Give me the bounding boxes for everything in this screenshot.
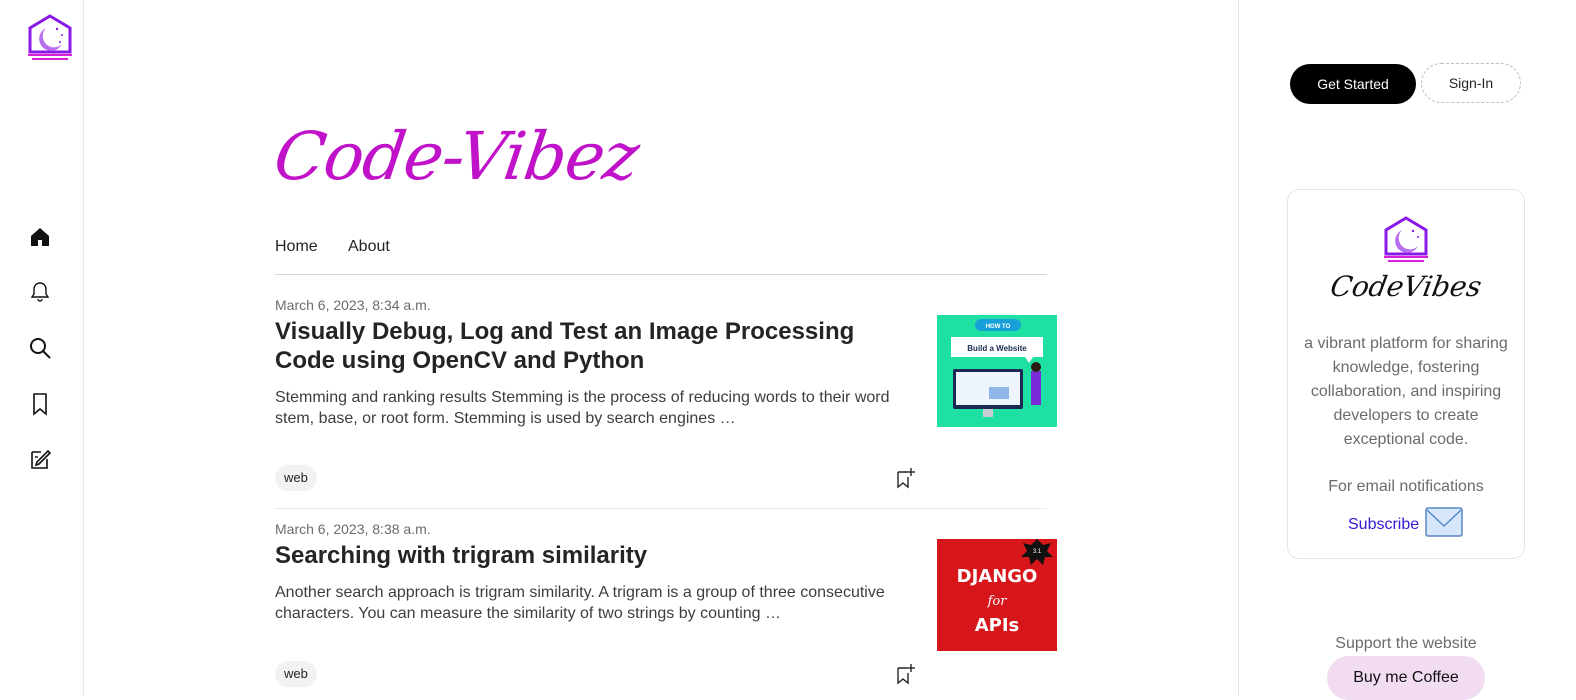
thumb-badge-text: HOW TO xyxy=(986,324,1011,330)
home-icon[interactable] xyxy=(26,223,54,251)
post-excerpt: Stemming and ranking results Stemming is… xyxy=(275,389,890,427)
search-icon[interactable] xyxy=(26,334,54,362)
top-nav: Home About xyxy=(275,236,1047,275)
brand-title: Code-Vibez xyxy=(269,118,644,195)
sign-in-button[interactable]: Sign-In xyxy=(1421,63,1521,103)
about-card: CodeVibes a vibrant platform for sharing… xyxy=(1287,189,1525,559)
post-tag[interactable]: web xyxy=(275,661,317,687)
thumb-line3-text: APIs xyxy=(975,615,1020,636)
left-rail xyxy=(0,0,84,696)
card-logo-icon xyxy=(1380,216,1432,269)
post-thumbnail[interactable]: HOW TO Build a Website xyxy=(937,315,1057,427)
nav-home-link[interactable]: Home xyxy=(275,238,318,256)
nav-about-link[interactable]: About xyxy=(348,238,390,256)
post-title[interactable]: Visually Debug, Log and Test an Image Pr… xyxy=(275,317,895,375)
subscribe-label: Subscribe xyxy=(1348,515,1420,533)
thumb-line2-text: for xyxy=(987,594,1008,609)
post-tag[interactable]: web xyxy=(275,465,317,491)
support-label: Support the website xyxy=(1335,635,1477,652)
bookmark-add-icon[interactable] xyxy=(895,467,917,489)
post-title[interactable]: Searching with trigram similarity xyxy=(275,541,895,570)
bookmark-add-icon[interactable] xyxy=(895,663,917,685)
buy-coffee-button[interactable]: Buy me Coffee xyxy=(1327,656,1485,700)
post-divider xyxy=(275,508,1047,509)
post-thumbnail[interactable]: 3.1 DJANGO for APIs xyxy=(937,539,1057,651)
bookmark-icon[interactable] xyxy=(26,390,54,418)
bell-icon[interactable] xyxy=(26,278,54,306)
post-excerpt: Another search approach is trigram simil… xyxy=(275,584,885,622)
thumb-line1-text: DJANGO xyxy=(957,566,1038,587)
write-icon[interactable] xyxy=(26,445,54,473)
card-description: a vibrant platform for sharing knowledge… xyxy=(1304,335,1508,448)
site-logo-icon[interactable] xyxy=(24,14,76,62)
subscribe-link[interactable]: Subscribe xyxy=(1348,507,1463,542)
card-logo-text: CodeVibes xyxy=(1327,270,1485,303)
thumb-caption-text: Build a Website xyxy=(967,344,1027,353)
post-date: March 6, 2023, 8:34 a.m. xyxy=(275,297,431,313)
thumb-star-text: 3.1 xyxy=(1033,549,1042,555)
mail-icon xyxy=(1425,507,1463,542)
email-notify-label: For email notifications xyxy=(1328,478,1484,495)
right-sidebar: Get Started Sign-In CodeVibes a vibrant … xyxy=(1238,0,1576,700)
get-started-button[interactable]: Get Started xyxy=(1290,64,1416,104)
post-date: March 6, 2023, 8:38 a.m. xyxy=(275,521,431,537)
